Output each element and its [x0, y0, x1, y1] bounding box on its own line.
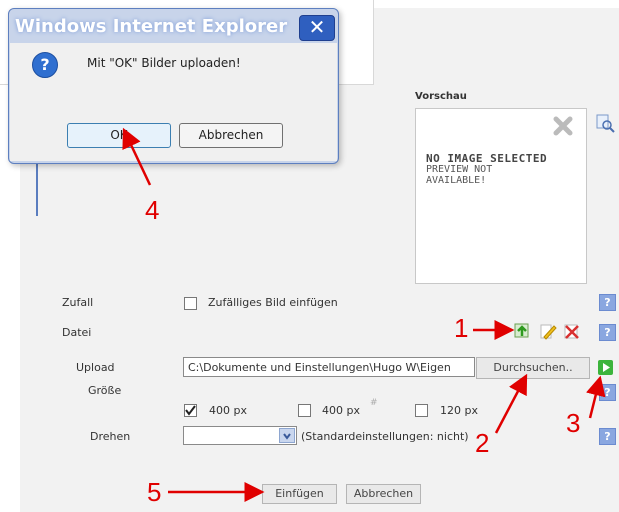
annotation-2: 2: [475, 428, 490, 458]
arrow-3: [586, 375, 606, 419]
annotation-1: 1: [454, 313, 469, 343]
annotation-arrows: [122, 127, 606, 502]
annotation-5: 5: [147, 477, 162, 507]
arrow-2: [494, 373, 528, 434]
annotation-3: 3: [566, 408, 581, 438]
annotation-4: 4: [145, 195, 160, 225]
arrow-4: [122, 127, 152, 186]
